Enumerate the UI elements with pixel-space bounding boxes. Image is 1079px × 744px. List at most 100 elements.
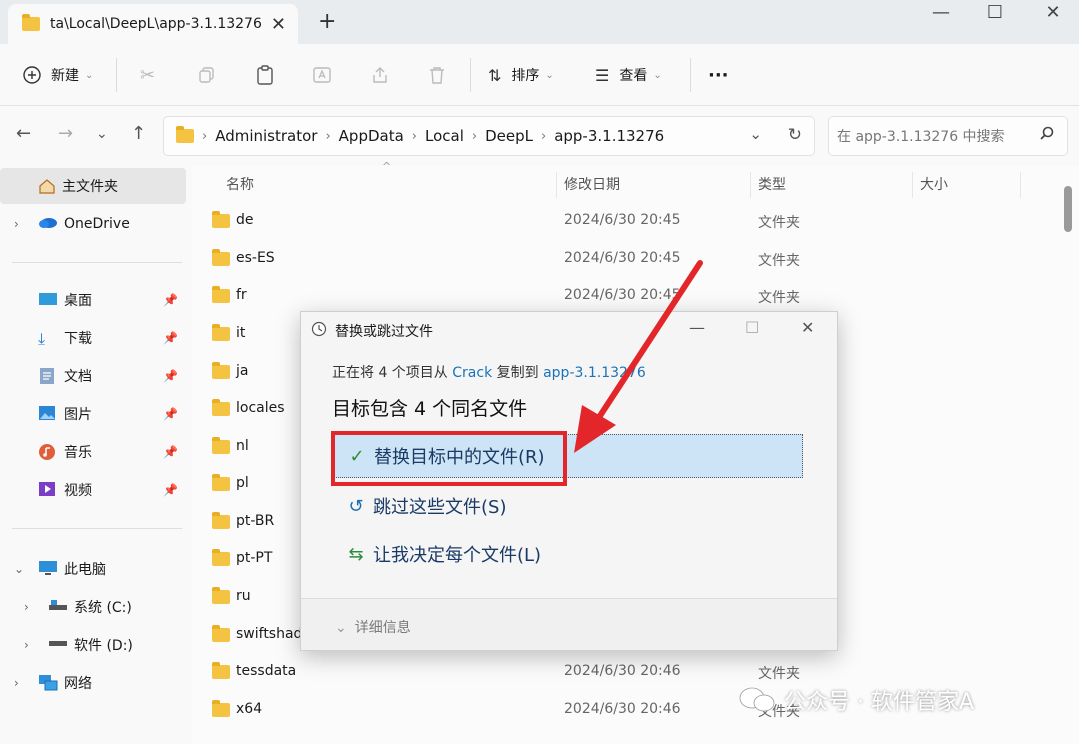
- minimize-button[interactable]: —: [918, 2, 964, 23]
- breadcrumb-appdata[interactable]: AppData: [339, 127, 404, 145]
- cut-icon[interactable]: ✂: [140, 44, 155, 106]
- new-label: 新建: [51, 68, 79, 84]
- plus-circle-icon: [23, 66, 41, 84]
- home-icon: [38, 177, 56, 195]
- refresh-icon[interactable]: ↻: [788, 125, 802, 145]
- sidebar-item-desktop[interactable]: 桌面 📌: [0, 282, 186, 318]
- sidebar-item-videos[interactable]: 视频 📌: [0, 472, 186, 508]
- folder-icon: [212, 211, 230, 228]
- back-arrow-icon[interactable]: ←: [16, 123, 31, 144]
- dialog-heading: 目标包含 4 个同名文件: [332, 398, 528, 420]
- folder-icon: [212, 324, 230, 341]
- copy-icon[interactable]: [198, 44, 216, 106]
- breadcrumb-separator: ›: [325, 128, 331, 144]
- breadcrumb-separator: ›: [540, 128, 547, 144]
- folder-icon: [212, 625, 230, 642]
- close-tab-icon[interactable]: ✕: [271, 14, 286, 35]
- pin-icon[interactable]: 📌: [163, 293, 178, 307]
- column-header-name[interactable]: 名称: [226, 174, 254, 194]
- file-name: es-ES: [236, 250, 275, 266]
- details-label: 详细信息: [354, 620, 411, 636]
- sidebar-item-pictures[interactable]: 图片 📌: [0, 396, 186, 432]
- expand-chevron-icon[interactable]: ›: [24, 638, 29, 652]
- decide-each-file-option[interactable]: ⇆ 让我决定每个文件(L): [333, 532, 803, 576]
- expand-chevron-icon[interactable]: ›: [14, 217, 19, 231]
- breadcrumb-separator: ›: [202, 128, 208, 144]
- address-bar[interactable]: › Administrator › AppData › Local › Deep…: [163, 116, 815, 156]
- sidebar-item-network[interactable]: › 网络: [0, 665, 186, 701]
- breadcrumb-deepl[interactable]: DeepL: [485, 127, 533, 145]
- sidebar-item-drive-c[interactable]: › 系统 (C:): [0, 589, 186, 625]
- sidebar-item-home[interactable]: 主文件夹: [0, 168, 186, 204]
- file-type: 文件夹: [758, 253, 800, 269]
- file-name: tessdata: [236, 663, 297, 679]
- column-divider: [912, 172, 913, 198]
- pin-icon[interactable]: 📌: [163, 445, 178, 459]
- file-name: x64: [236, 701, 263, 717]
- source-folder-link[interactable]: Crack: [452, 365, 492, 381]
- column-header-type[interactable]: 类型: [758, 174, 786, 194]
- delete-icon[interactable]: [428, 44, 446, 106]
- search-box[interactable]: 在 app-3.1.13276 中搜索: [828, 116, 1068, 156]
- close-window-button[interactable]: ✕: [1030, 2, 1076, 23]
- compare-icon: ⇆: [348, 543, 364, 565]
- folder-icon: [212, 549, 230, 566]
- file-name: pt-BR: [236, 513, 275, 529]
- pin-icon[interactable]: 📌: [163, 407, 178, 421]
- pin-icon[interactable]: 📌: [163, 483, 178, 497]
- sidebar-item-this-pc[interactable]: ⌄ 此电脑: [0, 551, 186, 587]
- address-dropdown-icon[interactable]: ⌄: [749, 125, 762, 143]
- rename-icon[interactable]: [312, 44, 332, 106]
- sort-button[interactable]: ⇅ 排序 ⌄: [488, 44, 554, 106]
- maximize-button[interactable]: ☐: [972, 2, 1018, 23]
- view-button[interactable]: ☰ 查看 ⌄: [595, 44, 662, 106]
- dialog-close-button[interactable]: ✕: [801, 318, 814, 337]
- new-button[interactable]: 新建 ⌄: [22, 44, 93, 106]
- breadcrumb-app[interactable]: app-3.1.13276: [554, 127, 664, 145]
- file-name: swiftshad: [236, 626, 303, 642]
- more-options-button[interactable]: ···: [708, 44, 729, 106]
- vertical-scrollbar[interactable]: [1064, 186, 1072, 232]
- dialog-title: 替换或跳过文件: [335, 324, 433, 340]
- folder-icon: [22, 14, 40, 31]
- paste-icon[interactable]: [256, 44, 274, 106]
- breadcrumb-local[interactable]: Local: [425, 127, 464, 145]
- forward-arrow-icon[interactable]: →: [58, 123, 73, 144]
- message-text: 正在将 4 个项目从: [332, 365, 453, 381]
- sidebar-item-documents[interactable]: 文档 📌: [0, 358, 186, 394]
- watermark-text: 公众号 · 软件管家A: [784, 690, 975, 715]
- folder-icon: [212, 437, 230, 454]
- skip-files-option[interactable]: ↺ 跳过这些文件(S): [333, 484, 803, 528]
- sidebar-item-music[interactable]: 音乐 📌: [0, 434, 186, 470]
- expand-chevron-icon[interactable]: ›: [24, 600, 29, 614]
- pin-icon[interactable]: 📌: [163, 331, 178, 345]
- column-header-size[interactable]: 大小: [920, 174, 948, 194]
- share-icon[interactable]: [370, 44, 390, 106]
- dialog-maximize-button[interactable]: ☐: [745, 318, 759, 337]
- sidebar-item-onedrive[interactable]: › OneDrive: [0, 206, 186, 242]
- navigation-pane: 主文件夹 › OneDrive 桌面 📌 ⤓ 下载 📌 文档 📌 图片 📌 音乐…: [0, 166, 192, 744]
- column-divider: [556, 172, 557, 198]
- collapse-chevron-icon[interactable]: ⌄: [14, 562, 24, 576]
- sidebar-item-downloads[interactable]: ⤓ 下载 📌: [0, 320, 186, 356]
- file-row[interactable]: de 2024/6/30 20:45 文件夹: [192, 203, 1052, 241]
- sidebar-item-label: 桌面: [64, 293, 92, 309]
- pin-icon[interactable]: 📌: [163, 369, 178, 383]
- new-tab-button[interactable]: +: [318, 9, 336, 34]
- file-type: 文件夹: [758, 215, 800, 231]
- tab-current[interactable]: ta\Local\DeepL\app-3.1.13276 ✕: [8, 4, 298, 44]
- up-arrow-icon[interactable]: ↑: [131, 123, 146, 144]
- sort-icon: ⇅: [488, 65, 502, 85]
- sidebar-item-label: 视频: [64, 483, 92, 499]
- expand-chevron-icon[interactable]: ›: [14, 676, 19, 690]
- recent-chevron-icon[interactable]: ⌄: [96, 126, 108, 142]
- cloud-icon: [38, 215, 58, 233]
- details-toggle[interactable]: ⌄ 详细信息: [335, 617, 411, 637]
- file-name: ru: [236, 588, 251, 604]
- video-icon: [38, 481, 58, 499]
- sidebar-item-drive-d[interactable]: › 软件 (D:): [0, 627, 186, 663]
- column-header-date[interactable]: 修改日期: [564, 174, 620, 194]
- file-name: de: [236, 212, 254, 228]
- sort-label: 排序: [511, 68, 540, 84]
- breadcrumb-administrator[interactable]: Administrator: [215, 127, 317, 145]
